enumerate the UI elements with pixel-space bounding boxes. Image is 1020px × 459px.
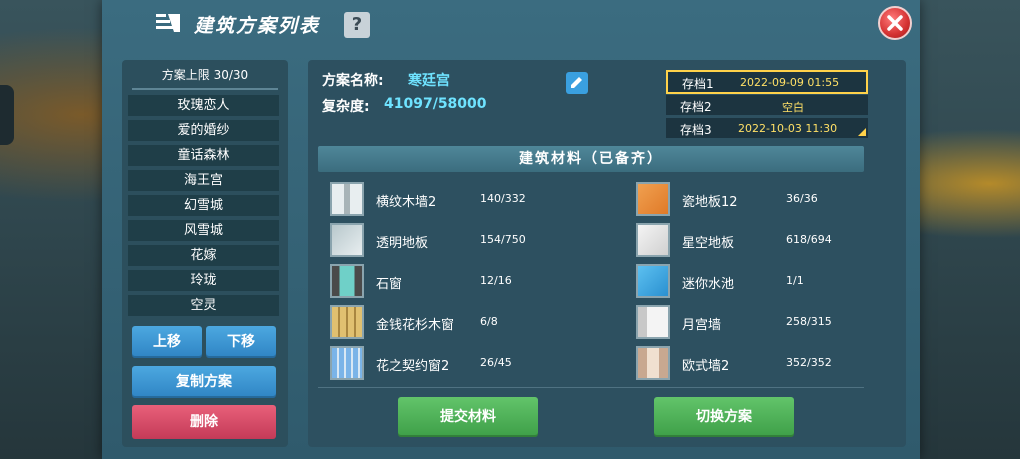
plan-name-label: 方案名称: bbox=[322, 73, 384, 89]
material-count: 36/36 bbox=[786, 192, 818, 205]
material-name: 花之契约窗2 bbox=[376, 359, 450, 374]
material-row: 花之契约窗2 26/45 bbox=[330, 346, 560, 382]
plan-detail-panel: 方案名称: 寒廷宫 复杂度: 41097/58000 存档1 2022-09-0… bbox=[308, 60, 906, 447]
material-row: 月宫墙 258/315 bbox=[636, 305, 866, 341]
material-count: 12/16 bbox=[480, 274, 512, 287]
submit-materials-button[interactable]: 提交材料 bbox=[398, 397, 538, 437]
transparent-floor-icon bbox=[330, 223, 364, 257]
material-row: 迷你水池 1/1 bbox=[636, 264, 866, 300]
blueprint-icon bbox=[156, 14, 180, 32]
material-name: 透明地板 bbox=[376, 236, 429, 251]
save-slot-1[interactable]: 存档1 2022-09-09 01:55 bbox=[666, 70, 868, 94]
slot-name: 存档2 bbox=[680, 100, 712, 114]
divider bbox=[132, 88, 278, 90]
material-count: 26/45 bbox=[480, 356, 512, 369]
divider bbox=[318, 387, 864, 388]
plan-list-item[interactable]: 玲珑 bbox=[128, 270, 279, 291]
material-row: 横纹木墙2 140/332 bbox=[330, 182, 560, 218]
help-button[interactable]: ? bbox=[344, 12, 370, 38]
plan-list-item[interactable]: 海王宫 bbox=[128, 170, 279, 191]
material-count: 154/750 bbox=[480, 233, 526, 246]
material-count: 618/694 bbox=[786, 233, 832, 246]
move-up-button[interactable]: 上移 bbox=[132, 326, 202, 358]
move-down-button[interactable]: 下移 bbox=[206, 326, 276, 358]
material-count: 6/8 bbox=[480, 315, 498, 328]
window-title: 建筑方案列表 bbox=[194, 15, 321, 37]
material-row: 瓷地板12 36/36 bbox=[636, 182, 866, 218]
copy-plan-button[interactable]: 复制方案 bbox=[132, 366, 276, 398]
save-slots: 存档1 2022-09-09 01:55 存档2 空白 存档3 2022-10-… bbox=[666, 70, 868, 138]
complexity-value: 41097/58000 bbox=[384, 96, 487, 112]
porcelain-floor-icon bbox=[636, 182, 670, 216]
plan-list-item[interactable]: 花嫁 bbox=[128, 245, 279, 266]
close-button[interactable] bbox=[878, 6, 912, 40]
blueprint-window: 建筑方案列表 ? 方案上限 30/30 玫瑰恋人 爱的婚纱 童话森林 海王宫 幻… bbox=[102, 0, 920, 459]
title-bar: 建筑方案列表 ? bbox=[102, 0, 920, 52]
plan-list-item[interactable]: 爱的婚纱 bbox=[128, 120, 279, 141]
plan-list-item[interactable]: 玫瑰恋人 bbox=[128, 95, 279, 116]
plan-list-item[interactable]: 童话森林 bbox=[128, 145, 279, 166]
slot-date: 2022-09-09 01:55 bbox=[740, 76, 840, 89]
material-name: 迷你水池 bbox=[682, 277, 735, 292]
close-icon bbox=[887, 15, 903, 31]
material-name: 瓷地板12 bbox=[682, 195, 738, 210]
plan-list-item[interactable]: 幻雪城 bbox=[128, 195, 279, 216]
delete-button[interactable]: 删除 bbox=[132, 405, 276, 439]
side-handle[interactable] bbox=[0, 85, 14, 145]
european-wall-icon bbox=[636, 346, 670, 380]
material-count: 258/315 bbox=[786, 315, 832, 328]
moon-palace-wall-icon bbox=[636, 305, 670, 339]
starry-floor-icon bbox=[636, 223, 670, 257]
material-name: 星空地板 bbox=[682, 236, 735, 251]
material-count: 140/332 bbox=[480, 192, 526, 205]
material-name: 月宫墙 bbox=[682, 318, 722, 333]
save-slot-3[interactable]: 存档3 2022-10-03 11:30 bbox=[666, 118, 868, 138]
plan-limit-label: 方案上限 30/30 bbox=[161, 68, 249, 82]
switch-plan-button[interactable]: 切换方案 bbox=[654, 397, 794, 437]
mini-pool-icon bbox=[636, 264, 670, 298]
corner-marker bbox=[858, 128, 866, 136]
golden-fir-window-icon bbox=[330, 305, 364, 339]
pencil-icon bbox=[571, 77, 582, 88]
flower-window-icon bbox=[330, 346, 364, 380]
save-slot-2[interactable]: 存档2 空白 bbox=[666, 95, 868, 115]
edit-name-button[interactable] bbox=[566, 72, 588, 94]
slot-date: 2022-10-03 11:30 bbox=[738, 122, 838, 135]
plan-list-item[interactable]: 空灵 bbox=[128, 295, 279, 316]
material-row: 透明地板 154/750 bbox=[330, 223, 560, 259]
material-name: 金钱花杉木窗 bbox=[376, 318, 455, 333]
materials-header: 建筑材料（已备齐） bbox=[318, 146, 864, 172]
slot-name: 存档3 bbox=[680, 123, 712, 137]
material-count: 1/1 bbox=[786, 274, 804, 287]
slot-name: 存档1 bbox=[682, 77, 714, 91]
striped-wood-wall-icon bbox=[330, 182, 364, 216]
material-name: 石窗 bbox=[376, 277, 403, 292]
plan-list-item[interactable]: 风雪城 bbox=[128, 220, 279, 241]
material-count: 352/352 bbox=[786, 356, 832, 369]
material-row: 石窗 12/16 bbox=[330, 264, 560, 300]
material-name: 横纹木墙2 bbox=[376, 195, 437, 210]
material-name: 欧式墙2 bbox=[682, 359, 730, 374]
stone-window-icon bbox=[330, 264, 364, 298]
plan-list-panel: 方案上限 30/30 玫瑰恋人 爱的婚纱 童话森林 海王宫 幻雪城 风雪城 花嫁… bbox=[122, 60, 288, 447]
material-row: 金钱花杉木窗 6/8 bbox=[330, 305, 560, 341]
material-row: 欧式墙2 352/352 bbox=[636, 346, 866, 382]
material-row: 星空地板 618/694 bbox=[636, 223, 866, 259]
slot-date: 空白 bbox=[782, 101, 804, 114]
plan-name-value: 寒廷宫 bbox=[408, 73, 450, 89]
complexity-label: 复杂度: bbox=[322, 99, 370, 115]
